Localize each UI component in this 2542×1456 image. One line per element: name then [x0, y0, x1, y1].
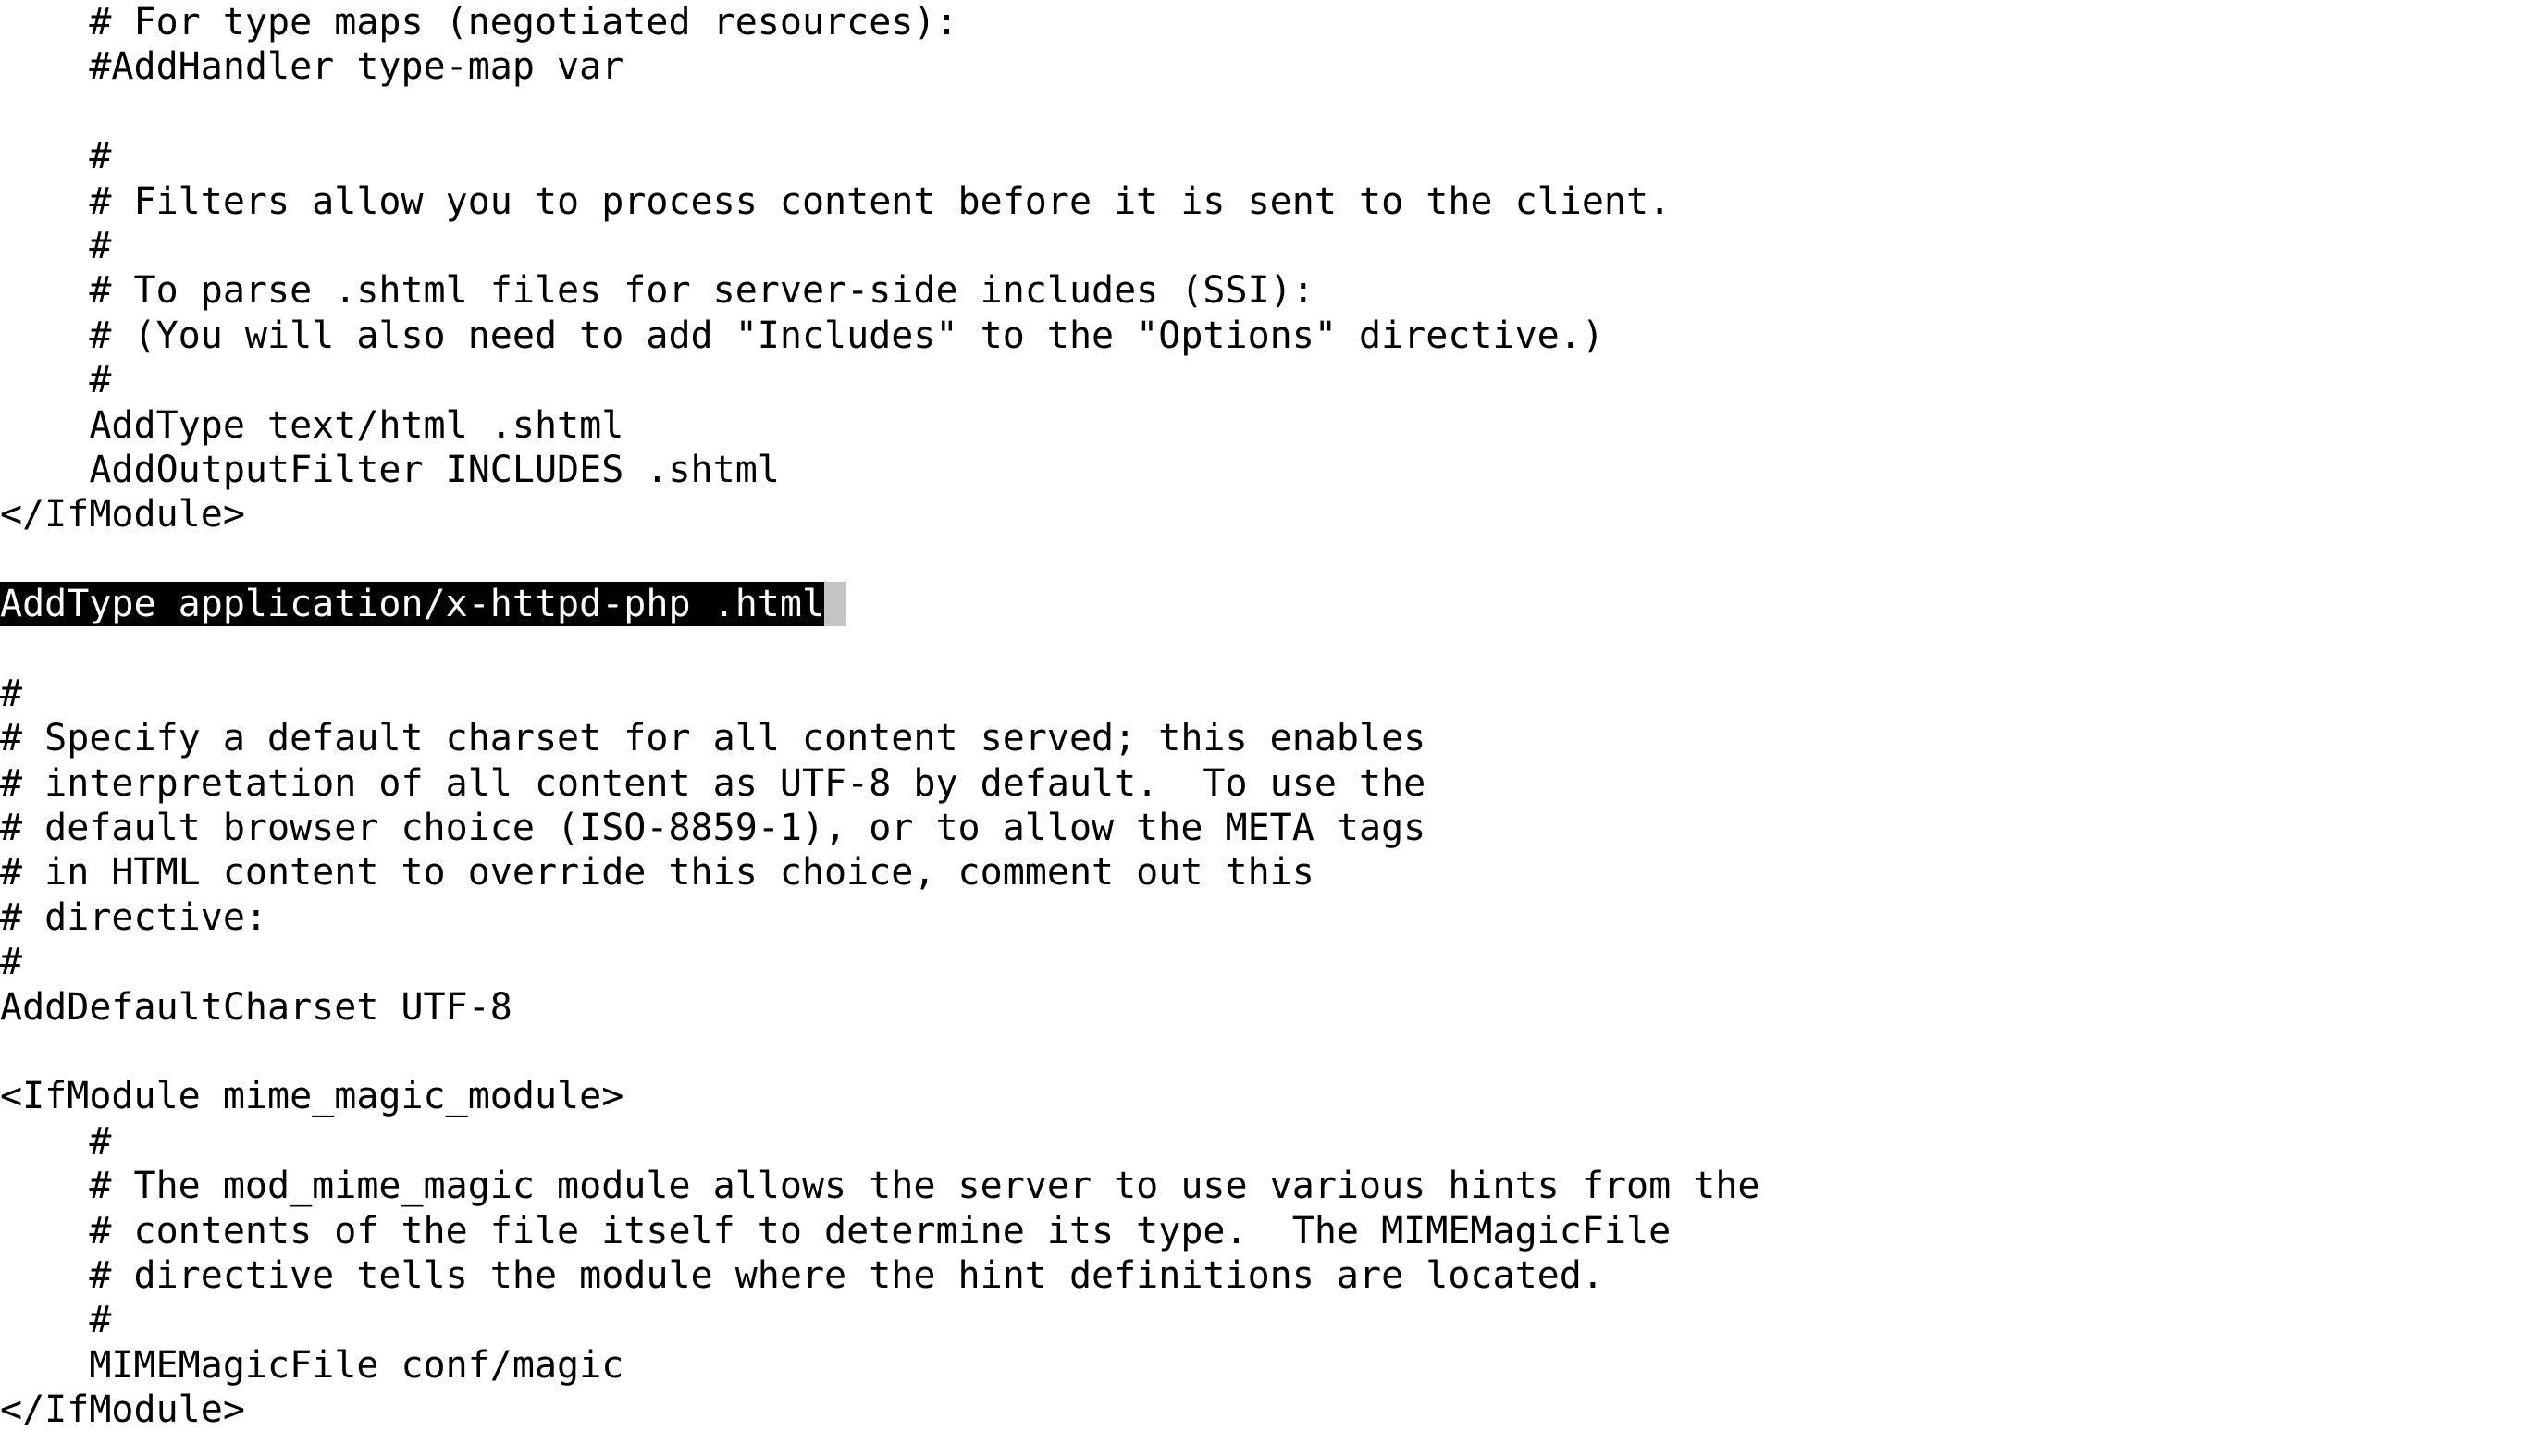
- code-line[interactable]: # (You will also need to add "Includes" …: [0, 314, 2542, 358]
- code-line[interactable]: #: [0, 134, 2542, 179]
- code-line[interactable]: #: [0, 1119, 2542, 1164]
- code-line[interactable]: #: [0, 224, 2542, 268]
- code-line[interactable]: # For type maps (negotiated resources):: [0, 0, 2542, 44]
- code-line[interactable]: </IfModule>: [0, 1388, 2542, 1432]
- code-line[interactable]: #: [0, 358, 2542, 402]
- code-line[interactable]: #AddHandler type-map var: [0, 44, 2542, 89]
- code-line[interactable]: # interpretation of all content as UTF-8…: [0, 761, 2542, 806]
- text-cursor-block: [824, 582, 847, 627]
- code-line[interactable]: # To parse .shtml files for server-side …: [0, 268, 2542, 313]
- code-line[interactable]: #: [0, 940, 2542, 984]
- code-line[interactable]: # Specify a default charset for all cont…: [0, 716, 2542, 760]
- code-line[interactable]: # default browser choice (ISO-8859-1), o…: [0, 806, 2542, 850]
- code-line[interactable]: <IfModule mime_magic_module>: [0, 1074, 2542, 1118]
- terminal-text-editor-viewport[interactable]: # For type maps (negotiated resources): …: [0, 0, 2542, 1456]
- code-line[interactable]: #: [0, 672, 2542, 716]
- code-line[interactable]: # in HTML content to override this choic…: [0, 850, 2542, 895]
- code-line-blank[interactable]: [0, 537, 2542, 582]
- code-line[interactable]: # contents of the file itself to determi…: [0, 1209, 2542, 1253]
- code-line[interactable]: # directive tells the module where the h…: [0, 1253, 2542, 1298]
- code-line-blank[interactable]: [0, 1030, 2542, 1074]
- code-line[interactable]: AddOutputFilter INCLUDES .shtml: [0, 448, 2542, 492]
- code-line[interactable]: </IfModule>: [0, 492, 2542, 537]
- selected-line-text: AddType application/x-httpd-php .html: [0, 582, 825, 627]
- code-line-blank[interactable]: [0, 90, 2542, 134]
- code-line[interactable]: AddDefaultCharset UTF-8: [0, 985, 2542, 1030]
- code-line-blank[interactable]: [0, 626, 2542, 671]
- code-line[interactable]: # Filters allow you to process content b…: [0, 179, 2542, 224]
- code-line[interactable]: #: [0, 1298, 2542, 1342]
- code-line-selected[interactable]: AddType application/x-httpd-php .html: [0, 582, 2542, 627]
- code-line[interactable]: AddType text/html .shtml: [0, 403, 2542, 448]
- code-line[interactable]: MIMEMagicFile conf/magic: [0, 1343, 2542, 1388]
- code-line[interactable]: # The mod_mime_magic module allows the s…: [0, 1164, 2542, 1208]
- code-line[interactable]: # directive:: [0, 895, 2542, 940]
